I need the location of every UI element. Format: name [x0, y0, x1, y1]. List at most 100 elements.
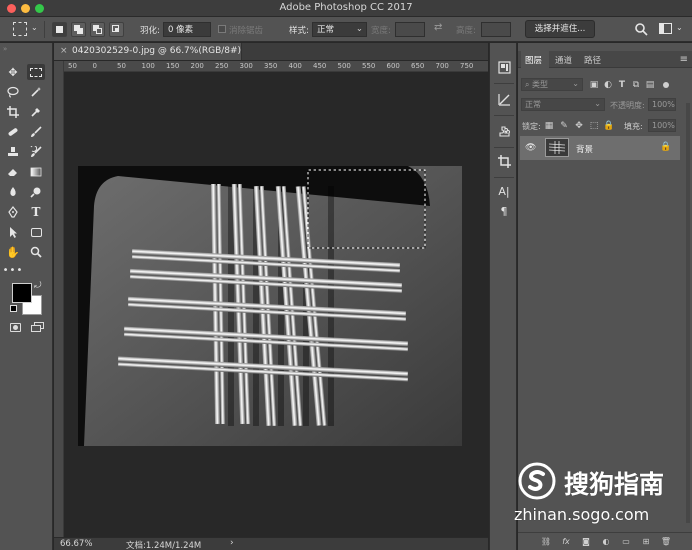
filter-shape-icon[interactable]: ⧉ — [631, 80, 641, 90]
select-and-mask-button[interactable]: 选择并遮住... — [525, 20, 595, 38]
foreground-color-swatch[interactable] — [12, 283, 32, 303]
clone-stamp-tool-icon[interactable] — [4, 144, 22, 160]
blend-mode-select[interactable]: 正常 ⌄ — [521, 98, 605, 111]
lock-transparent-icon[interactable]: ▦ — [544, 121, 554, 131]
pen-tool-icon[interactable] — [4, 204, 22, 220]
feather-input[interactable]: 0 像素 — [163, 22, 211, 37]
opacity-input[interactable]: 100% — [648, 98, 676, 111]
rectangle-tool-icon[interactable] — [27, 224, 45, 240]
layer-filter-select[interactable]: ⌕ 类型 ⌄ — [521, 78, 583, 91]
zoom-level[interactable]: 66.67% — [60, 539, 92, 549]
quick-mask-icon-part — [13, 325, 18, 330]
workspace-switcher-icon[interactable] — [659, 23, 672, 34]
separator — [44, 21, 45, 38]
chevron-down-icon: ⌄ — [572, 79, 579, 88]
rectangular-marquee-tool-icon[interactable] — [27, 64, 45, 80]
close-document-icon[interactable]: × — [60, 46, 68, 56]
ruler-tick-label: 150 — [166, 62, 180, 70]
move-tool-icon[interactable]: ✥ — [4, 64, 22, 80]
lock-artboard-icon[interactable]: ⬚ — [589, 121, 599, 131]
ruler-tick-label: 600 — [386, 62, 400, 70]
default-colors-icon[interactable] — [10, 305, 17, 312]
chevron-down-icon[interactable]: ⌄ — [31, 23, 38, 32]
character-panel-icon[interactable]: A| — [496, 183, 512, 199]
document-tab[interactable]: × 0420302529-0.jpg @ 66.7%(RGB/8#) — [54, 43, 242, 60]
new-selection-button[interactable] — [52, 22, 67, 37]
hand-tool-icon[interactable]: ✋ — [4, 244, 22, 260]
delete-layer-icon[interactable]: 🗑 — [660, 536, 672, 548]
add-to-selection-button[interactable] — [71, 22, 86, 37]
chevron-right-icon[interactable]: › — [230, 538, 234, 548]
lock-position-icon[interactable]: ✥ — [574, 121, 584, 131]
marquee-tool-preset-icon[interactable] — [13, 22, 27, 36]
filter-smart-object-icon[interactable]: ▤ — [645, 80, 655, 90]
type-tool-icon[interactable]: T — [27, 204, 45, 220]
screen-mode-icon[interactable] — [31, 322, 44, 332]
gradient-tool-icon[interactable] — [27, 164, 45, 180]
horizontal-ruler[interactable]: 50 0 50 100 150 200 250 300 350 400 450 500 550 600 65… — [64, 61, 488, 72]
anti-alias-checkbox[interactable] — [218, 25, 226, 33]
swap-colors-icon[interactable]: ⤾ — [34, 281, 42, 291]
history-brush-tool-icon[interactable] — [27, 144, 45, 160]
lock-image-icon[interactable]: ✎ — [559, 121, 569, 131]
fill-input[interactable]: 100% — [648, 119, 676, 132]
magic-wand-tool-icon[interactable] — [27, 84, 45, 100]
adjustment-layer-icon[interactable]: ◐ — [600, 536, 612, 548]
paragraph-panel-icon[interactable]: ¶ — [496, 203, 512, 219]
style-label: 样式: — [289, 26, 309, 36]
filter-type-icon[interactable]: T — [617, 80, 627, 90]
eraser-tool-icon[interactable] — [4, 164, 22, 180]
blur-tool-icon[interactable] — [4, 184, 22, 200]
swap-width-height-icon[interactable]: ⇄ — [434, 22, 442, 33]
ruler-tick-label: 650 — [411, 62, 425, 70]
filter-adjustment-icon[interactable]: ◐ — [603, 80, 613, 90]
history-panel-icon[interactable] — [496, 59, 512, 75]
filter-toggle-icon[interactable] — [663, 82, 669, 88]
tab-channels[interactable]: 通道 — [555, 54, 572, 66]
search-icon: ⌕ — [525, 80, 530, 89]
ruler-tick-label: 700 — [435, 62, 449, 70]
spot-healing-brush-icon[interactable] — [4, 124, 22, 140]
plugins-panel-icon[interactable] — [496, 123, 512, 139]
screen-mode-icon-part — [31, 325, 41, 332]
canvas-area[interactable] — [64, 72, 488, 537]
chevron-down-icon[interactable]: ⌄ — [676, 23, 683, 32]
height-input[interactable] — [481, 22, 511, 37]
separator — [494, 83, 514, 84]
layer-row[interactable]: 👁 背景 🔒 — [520, 136, 680, 160]
tab-strip — [242, 43, 488, 60]
lock-all-icon[interactable]: 🔒 — [603, 121, 614, 131]
style-select[interactable]: 正常 ⌄ — [312, 22, 367, 37]
document-image[interactable] — [78, 166, 462, 446]
panel-menu-icon[interactable]: ≡ — [680, 54, 688, 65]
edit-toolbar-icon[interactable]: ••• — [3, 262, 23, 278]
dodge-tool-icon[interactable] — [27, 184, 45, 200]
layer-style-icon[interactable]: fx — [560, 536, 572, 548]
zoom-tool-icon[interactable] — [27, 244, 45, 260]
vertical-ruler[interactable] — [54, 61, 64, 537]
brush-tool-icon[interactable] — [27, 124, 45, 140]
subtract-from-selection-button[interactable] — [90, 22, 105, 37]
path-selection-tool-icon[interactable] — [4, 224, 22, 240]
ruler-tick-label: 0 — [92, 62, 97, 70]
adjust-panel-icon[interactable] — [496, 91, 512, 107]
intersect-selection-button[interactable] — [109, 22, 124, 37]
lock-icon[interactable]: 🔒 — [660, 142, 671, 152]
new-group-icon[interactable]: ▭ — [620, 536, 632, 548]
link-layers-icon[interactable]: ⛓ — [540, 536, 552, 548]
crop-tool-icon[interactable] — [4, 104, 22, 120]
tab-layers[interactable]: 图层 — [525, 54, 542, 66]
search-icon[interactable] — [634, 22, 648, 36]
quick-mask-icon[interactable] — [10, 323, 21, 332]
crop-panel-icon[interactable] — [496, 153, 512, 169]
layer-thumbnail[interactable] — [545, 138, 569, 157]
lasso-tool-icon[interactable] — [4, 84, 22, 100]
filter-pixel-icon[interactable]: ▣ — [589, 80, 599, 90]
width-input[interactable] — [395, 22, 425, 37]
eye-icon[interactable]: 👁 — [525, 143, 536, 153]
eyedropper-tool-icon[interactable] — [27, 104, 45, 120]
new-layer-icon[interactable]: ⊞ — [640, 536, 652, 548]
tab-paths[interactable]: 路径 — [584, 54, 601, 66]
collapse-toolbar-icon[interactable]: » — [3, 45, 7, 53]
add-mask-icon[interactable]: ◙ — [580, 536, 592, 548]
